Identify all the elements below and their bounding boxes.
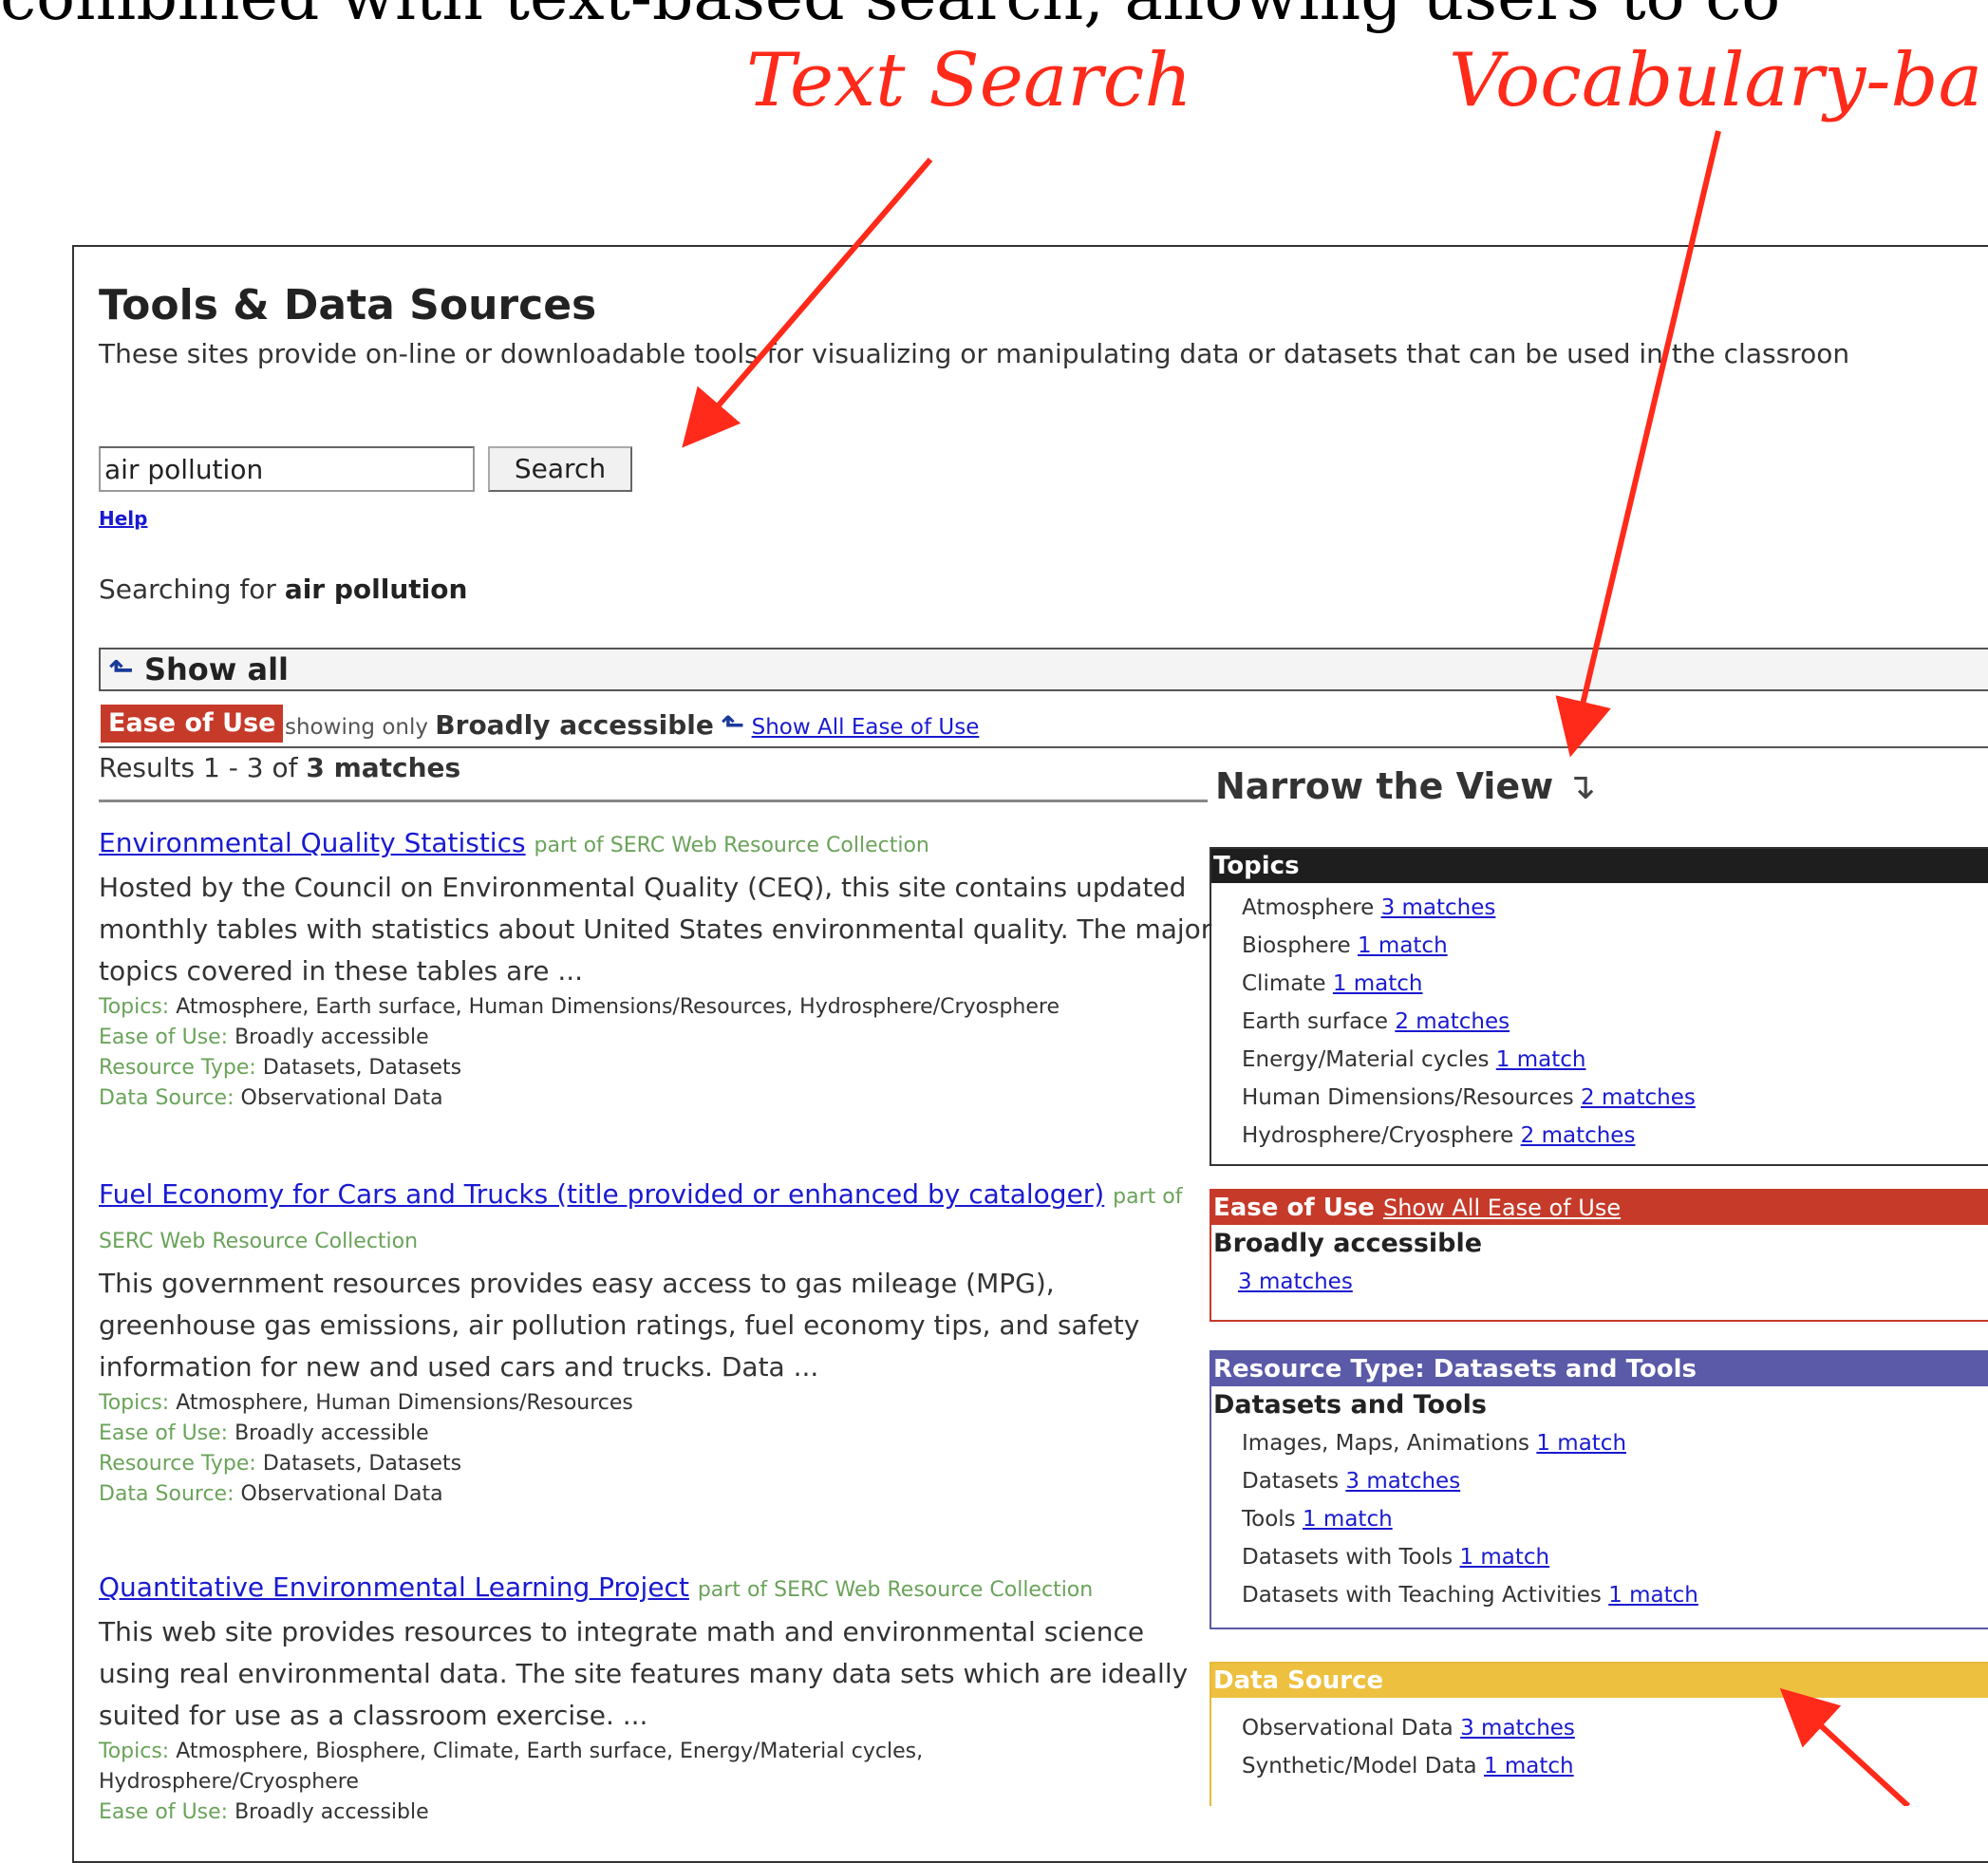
arrow-to-search bbox=[682, 158, 933, 448]
arrow-to-narrow-view bbox=[1555, 130, 1721, 758]
arrow-to-data-source bbox=[1779, 1687, 1911, 1806]
annotation-arrows bbox=[682, 130, 1911, 1806]
